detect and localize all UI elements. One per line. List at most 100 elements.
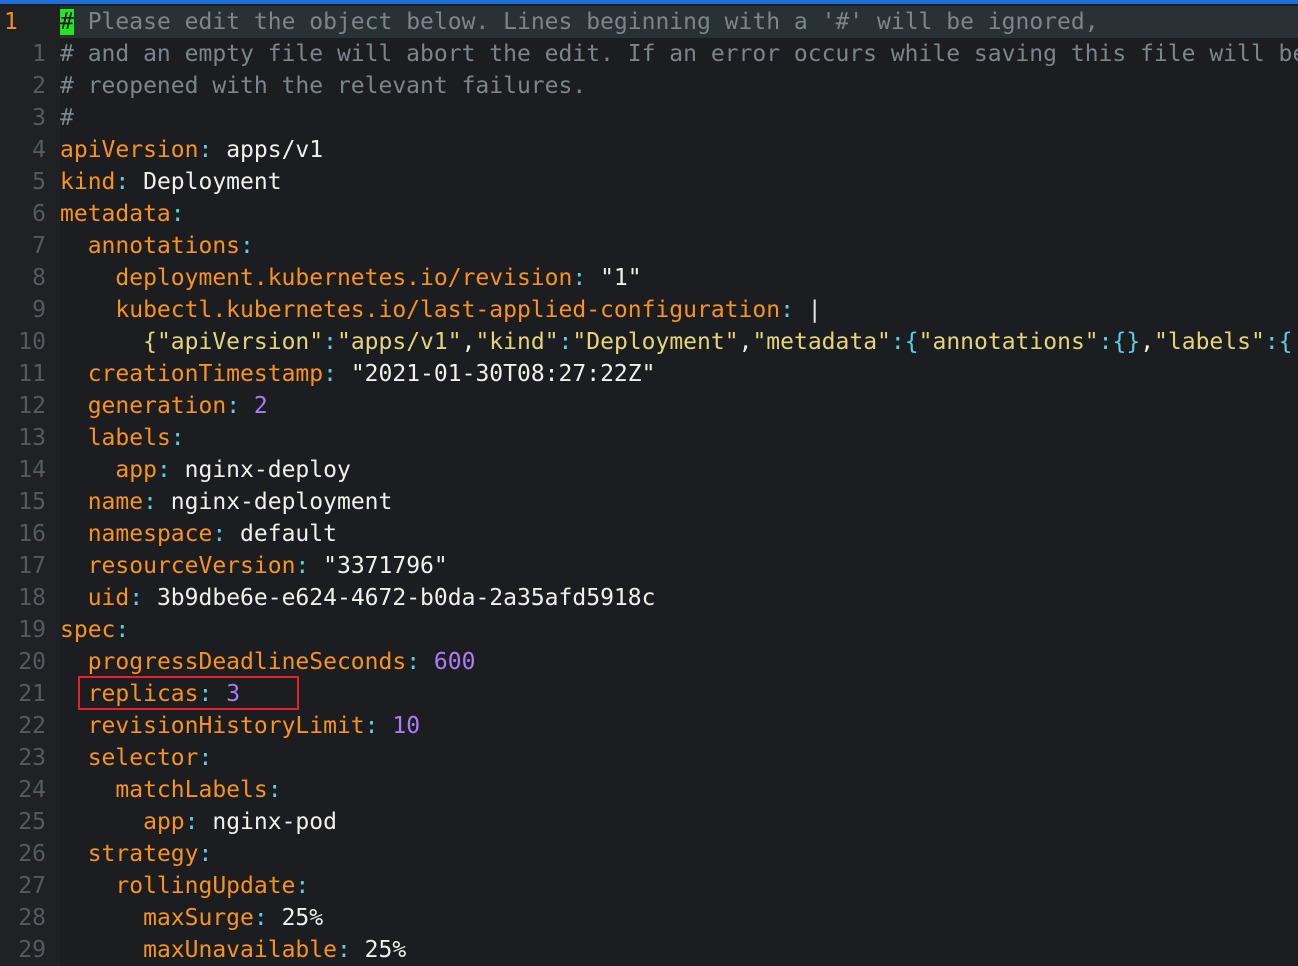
cursor-line[interactable]: 1 # Please edit the object below. Lines b… [0, 6, 1298, 38]
line-number: 24 [0, 774, 60, 806]
code-line[interactable]: 29 maxUnavailable: 25% [0, 934, 1298, 966]
vim-editor[interactable]: 1 # Please edit the object below. Lines b… [0, 4, 1298, 966]
line-number: 26 [0, 838, 60, 870]
code-line[interactable]: 22 revisionHistoryLimit: 10 [0, 710, 1298, 742]
syntax-token: resourceVersion [87, 553, 296, 579]
syntax-token: : [295, 553, 310, 579]
code-line[interactable]: 19 spec: [0, 614, 1298, 646]
syntax-token: : [198, 745, 213, 771]
code-line[interactable]: 6 metadata: [0, 198, 1298, 230]
line-number: 16 [0, 518, 60, 550]
syntax-token [60, 809, 143, 835]
syntax-token: app [115, 457, 157, 483]
code-line[interactable]: 5 kind: Deployment [0, 166, 1298, 198]
syntax-token: : [115, 617, 130, 643]
syntax-token: , [1140, 329, 1155, 355]
syntax-token: : [780, 297, 794, 323]
code-line[interactable]: 20 progressDeadlineSeconds: 600 [0, 646, 1298, 678]
code-line[interactable]: 10 {"apiVersion":"apps/v1","kind":"Deplo… [0, 326, 1298, 358]
line-number: 21 [0, 678, 60, 710]
syntax-token [60, 649, 88, 675]
syntax-token: annotations [87, 233, 241, 259]
line-number: 18 [0, 582, 60, 614]
syntax-token: 25% [267, 905, 324, 931]
code-line[interactable]: 4 apiVersion: apps/v1 [0, 134, 1298, 166]
syntax-token: default [226, 521, 337, 547]
syntax-token: 10 [378, 713, 421, 739]
code-line[interactable]: 14 app: nginx-deploy [0, 454, 1298, 486]
syntax-token [60, 713, 88, 739]
code-line[interactable]: 9 kubectl.kubernetes.io/last-applied-con… [0, 294, 1298, 326]
syntax-token: progressDeadlineSeconds [87, 649, 407, 675]
syntax-token [60, 297, 115, 323]
syntax-token [60, 329, 143, 355]
syntax-token: "3371796" [309, 553, 448, 579]
syntax-token [60, 905, 143, 931]
syntax-token: # reopened with the relevant failures. [60, 73, 587, 99]
syntax-token: : [364, 713, 379, 739]
line-text: namespace: default [60, 518, 337, 550]
line-text: strategy: [60, 838, 213, 870]
line-text: # [60, 102, 74, 134]
line-text: metadata: [60, 198, 185, 230]
syntax-token: , [461, 329, 476, 355]
syntax-token: "metadata" [752, 329, 891, 355]
line-number: 5 [0, 166, 60, 198]
code-line[interactable]: 2 # reopened with the relevant failures. [0, 70, 1298, 102]
code-line[interactable]: 28 maxSurge: 25% [0, 902, 1298, 934]
code-line[interactable]: 26 strategy: [0, 838, 1298, 870]
line-text: # Please edit the object below. Lines be… [60, 6, 1099, 38]
syntax-token: strategy [87, 841, 199, 867]
syntax-token: maxSurge [143, 905, 254, 931]
syntax-token: : [323, 361, 337, 387]
syntax-token: 2 [240, 393, 268, 419]
code-line[interactable]: 23 selector: [0, 742, 1298, 774]
text-cursor: # [60, 9, 74, 35]
code-line[interactable]: 18 uid: 3b9dbe6e-e624-4672-b0da-2a35afd5… [0, 582, 1298, 614]
code-line[interactable]: 7 annotations: [0, 230, 1298, 262]
syntax-token: "labels" [1154, 329, 1265, 355]
code-line[interactable]: 11 creationTimestamp: "2021-01-30T08:27:… [0, 358, 1298, 390]
code-line[interactable]: 15 name: nginx-deployment [0, 486, 1298, 518]
syntax-token: "2021-01-30T08:27:22Z" [336, 361, 656, 387]
syntax-token: kubectl.kubernetes.io/last-applied-confi… [115, 297, 781, 323]
syntax-token [60, 873, 115, 899]
syntax-token [60, 553, 88, 579]
line-text: name: nginx-deployment [60, 486, 393, 518]
line-text: progressDeadlineSeconds: 600 [60, 646, 476, 678]
syntax-token: , [738, 329, 753, 355]
line-number: 9 [0, 294, 60, 326]
syntax-token: : [184, 809, 199, 835]
code-line[interactable]: 16 namespace: default [0, 518, 1298, 550]
code-line[interactable]: 12 generation: 2 [0, 390, 1298, 422]
syntax-token [60, 393, 88, 419]
code-line[interactable]: 25 app: nginx-pod [0, 806, 1298, 838]
syntax-token: generation [87, 393, 227, 419]
code-line[interactable]: 3 # [0, 102, 1298, 134]
syntax-token: : [406, 649, 421, 675]
line-text: labels: [60, 422, 185, 454]
syntax-token: "Deployment" [572, 329, 739, 355]
syntax-token: metadata [60, 201, 171, 227]
code-line[interactable]: 13 labels: [0, 422, 1298, 454]
syntax-token: :{ [890, 329, 919, 355]
code-line[interactable]: 1 # and an empty file will abort the edit… [0, 38, 1298, 70]
code-line[interactable]: 17 resourceVersion: "3371796" [0, 550, 1298, 582]
code-line[interactable]: 27 rollingUpdate: [0, 870, 1298, 902]
syntax-token: nginx-pod [198, 809, 337, 835]
syntax-token: : [156, 457, 171, 483]
syntax-token: : [558, 329, 573, 355]
line-number: 1 [0, 6, 60, 38]
syntax-token: : [198, 137, 213, 163]
code-line[interactable]: 8 deployment.kubernetes.io/revision: "1" [0, 262, 1298, 294]
code-line[interactable]: 24 matchLabels: [0, 774, 1298, 806]
syntax-token [60, 457, 115, 483]
syntax-token [60, 841, 88, 867]
line-text: apiVersion: apps/v1 [60, 134, 323, 166]
line-number: 28 [0, 902, 60, 934]
syntax-token: :{ [1264, 329, 1293, 355]
line-text: maxUnavailable: 25% [60, 934, 406, 966]
line-number: 29 [0, 934, 60, 966]
syntax-token: deployment.kubernetes.io/revision [115, 265, 573, 291]
syntax-token: : [336, 937, 351, 963]
